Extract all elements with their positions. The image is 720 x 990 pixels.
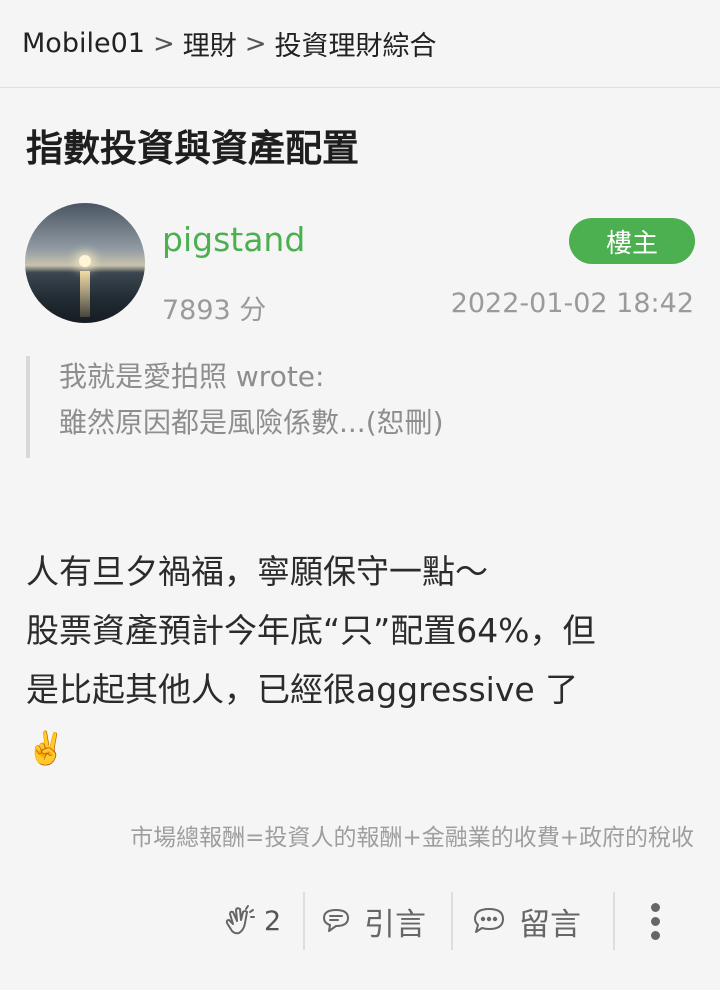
comment-button[interactable]: 留言	[471, 890, 581, 952]
breadcrumb-item-home[interactable]: Mobile01	[22, 28, 145, 59]
post-timestamp: 2022-01-02 18:42	[450, 288, 694, 319]
post-action-bar: 2 引言 留言	[0, 890, 720, 952]
breadcrumb-item-finance[interactable]: 理財	[183, 24, 237, 63]
avatar-reflection	[80, 271, 90, 317]
breadcrumb-separator: >	[152, 28, 175, 59]
breadcrumb-item-forum[interactable]: 投資理財綜合	[275, 24, 437, 63]
action-divider	[451, 892, 453, 950]
quote-block: 我就是愛拍照 wrote: 雖然原因都是風險係數...(恕刪)	[26, 356, 626, 458]
comment-label: 留言	[519, 906, 581, 943]
thread-title: 指數投資與資產配置	[26, 127, 359, 170]
breadcrumb-separator: >	[244, 28, 267, 59]
clap-icon	[222, 904, 256, 938]
post-body-line: 是比起其他人，已經很aggressive 了	[26, 670, 579, 709]
breadcrumb: Mobile01 > 理財 > 投資理財綜合	[0, 0, 720, 88]
comment-bubble-icon	[471, 904, 507, 938]
post-body-line: 股票資產預計今年底“只”配置64%，但	[26, 611, 596, 650]
like-button[interactable]: 2	[222, 890, 281, 952]
victory-hand-emoji: ✌️	[26, 729, 66, 767]
kebab-dot	[650, 916, 660, 926]
quote-author: 我就是愛拍照 wrote:	[59, 360, 325, 393]
kebab-dot	[650, 930, 660, 940]
author-score: 7893 分	[162, 295, 267, 326]
like-count: 2	[264, 905, 282, 937]
quote-bubble-icon	[318, 904, 354, 938]
quote-button[interactable]: 引言	[318, 890, 426, 952]
post-body-line: 人有旦夕禍福，寧願保守一點～	[26, 552, 488, 591]
post-body: 人有旦夕禍福，寧願保守一點～ 股票資產預計今年底“只”配置64%，但 是比起其他…	[26, 542, 706, 778]
more-vertical-icon[interactable]	[640, 890, 670, 952]
op-badge: 樓主	[569, 218, 695, 264]
author-signature: 市場總報酬=投資人的報酬+金融業的收費+政府的稅收	[130, 825, 694, 851]
kebab-dot	[650, 902, 660, 912]
action-divider	[613, 892, 615, 950]
quote-text: 雖然原因都是風險係數...(恕刪)	[59, 406, 444, 439]
action-divider	[303, 892, 305, 950]
author-username[interactable]: pigstand	[162, 220, 305, 259]
avatar-sun	[79, 255, 91, 267]
avatar[interactable]	[25, 203, 145, 323]
quote-label: 引言	[364, 906, 426, 943]
